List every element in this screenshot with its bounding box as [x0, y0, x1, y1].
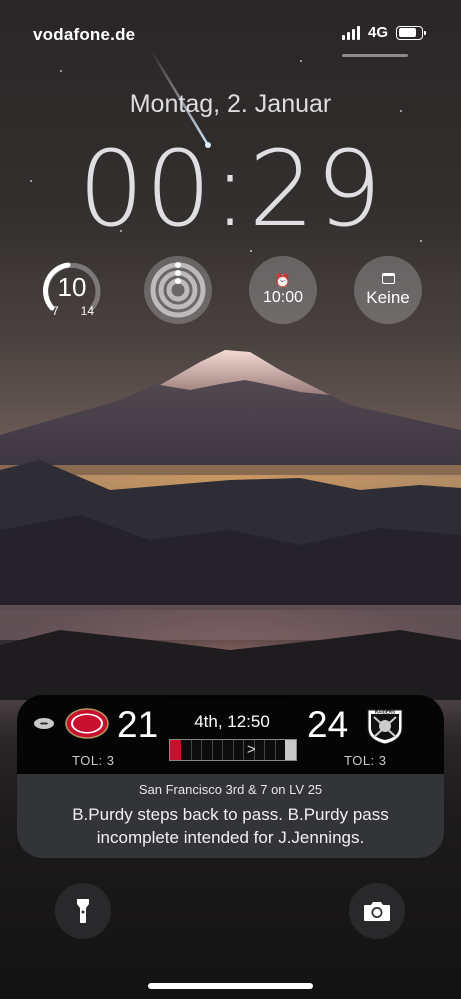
home-timeouts: TOL: 3 [72, 753, 115, 768]
weather-widget[interactable]: 10 7 14 [38, 256, 106, 324]
mountain-landscape [0, 350, 461, 700]
ball-position-chevron-icon: > [247, 741, 256, 758]
raiders-logo: RAIDERS [367, 709, 403, 745]
scoreboard: 21 4th, 12:50 > 24 RAIDERS TOL: 3 TOL: 3 [17, 695, 444, 774]
high-temperature: 14 [80, 304, 94, 318]
camera-button[interactable] [349, 883, 405, 939]
calendar-widget[interactable]: Keine [354, 256, 422, 324]
flashlight-button[interactable] [55, 883, 111, 939]
activity-rings-icon [150, 262, 206, 318]
calendar-icon [381, 272, 395, 284]
star [60, 70, 62, 72]
49ers-logo [65, 708, 109, 739]
alarm-widget[interactable]: ⏰ 10:00 [249, 256, 317, 324]
lock-date: Montag, 2. Januar [129, 90, 332, 118]
raiders-logo-text: RAIDERS [375, 710, 395, 715]
game-clock: 4th, 12:50 [194, 712, 270, 731]
home-endzone [170, 740, 181, 760]
field-position-bar: > [169, 739, 297, 761]
star [300, 60, 302, 62]
alarm-clock-icon: ⏰ [274, 272, 292, 288]
status-indicators: 4G [341, 24, 426, 41]
live-activity-game[interactable]: 21 4th, 12:50 > 24 RAIDERS TOL: 3 TOL: 3… [17, 695, 444, 858]
calendar-events-label: Keine [366, 287, 410, 307]
low-temperature: 7 [52, 304, 59, 318]
carrier-name: vodafone.de [33, 25, 136, 44]
temperature-range: 7 14 [52, 304, 94, 318]
camera-icon [364, 902, 390, 921]
signal-strength-icon [341, 25, 360, 40]
activity-widget[interactable] [144, 256, 212, 324]
network-type: 4G [367, 24, 388, 41]
star [250, 250, 252, 252]
home-indicator[interactable] [148, 983, 313, 989]
away-score: 24 [307, 704, 349, 745]
down-and-distance: San Francisco 3rd & 7 on LV 25 [138, 782, 323, 797]
home-score: 21 [117, 704, 159, 745]
lock-time: 00:29 [78, 128, 383, 250]
play-by-play: San Francisco 3rd & 7 on LV 25 B.Purdy s… [17, 774, 444, 858]
battery-icon [396, 25, 426, 40]
away-endzone [285, 740, 296, 760]
away-timeouts: TOL: 3 [344, 753, 387, 768]
last-play-description: B.Purdy steps back to pass. B.Purdy pass… [72, 805, 389, 847]
lock-screen: vodafone.de 4G Montag, 2. Januar 00:29 1… [0, 0, 461, 999]
flashlight-icon [77, 899, 89, 923]
football-icon [34, 718, 54, 729]
alarm-time: 10:00 [262, 288, 304, 306]
control-center-indicator[interactable] [342, 54, 408, 57]
